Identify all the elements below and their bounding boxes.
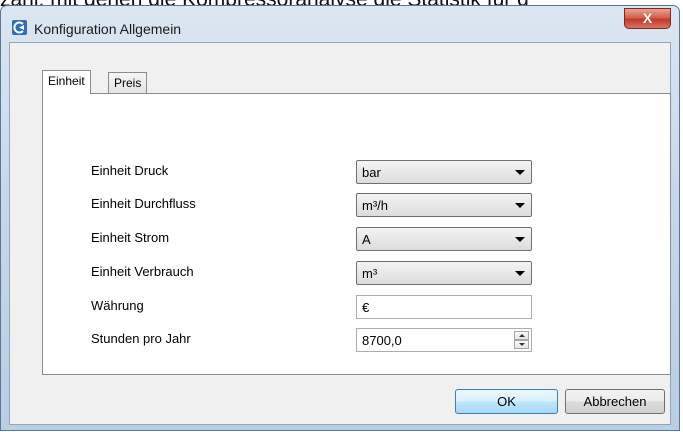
- dialog-client-area: Einheit Preis Einheit Druck bar Einheit …: [9, 42, 671, 425]
- currency-label: Währung: [91, 298, 144, 313]
- window-title: Konfiguration Allgemein: [34, 21, 182, 37]
- chevron-down-icon: [515, 203, 525, 208]
- chevron-down-icon: [515, 271, 525, 276]
- hours-per-year-value: 8700,0: [362, 333, 402, 348]
- tab-einheit[interactable]: Einheit: [42, 70, 91, 94]
- tab-preis[interactable]: Preis: [108, 72, 148, 94]
- hours-spinner: [514, 331, 529, 349]
- chevron-down-icon: [515, 237, 525, 242]
- consumption-unit-value: m³: [362, 266, 378, 281]
- consumption-unit-dropdown[interactable]: m³: [356, 261, 532, 285]
- arrow-up-icon: [519, 334, 525, 337]
- flow-unit-label: Einheit Durchfluss: [91, 196, 196, 211]
- pressure-unit-label: Einheit Druck: [91, 163, 169, 178]
- spin-up-button[interactable]: [514, 331, 529, 340]
- flow-unit-value: m³/h: [362, 198, 388, 213]
- current-unit-value: A: [362, 232, 371, 247]
- consumption-unit-label: Einheit Verbrauch: [91, 264, 194, 279]
- hours-per-year-label: Stunden pro Jahr: [91, 331, 191, 346]
- cancel-button[interactable]: Abbrechen: [565, 389, 665, 414]
- hours-per-year-input[interactable]: 8700,0: [356, 328, 532, 352]
- currency-input[interactable]: €: [356, 295, 532, 319]
- currency-value: €: [362, 300, 370, 315]
- pressure-unit-value: bar: [362, 165, 381, 180]
- tab-panel-einheit: Einheit Druck bar Einheit Durchfluss m³/…: [42, 93, 671, 375]
- dialog-window: Konfiguration Allgemein X Einheit Preis …: [0, 5, 680, 431]
- current-unit-dropdown[interactable]: A: [356, 227, 532, 251]
- spin-down-button[interactable]: [514, 340, 529, 349]
- ok-button[interactable]: OK: [455, 389, 558, 414]
- pressure-unit-dropdown[interactable]: bar: [356, 160, 532, 184]
- close-button[interactable]: X: [624, 8, 671, 29]
- current-unit-label: Einheit Strom: [91, 230, 170, 245]
- flow-unit-dropdown[interactable]: m³/h: [356, 193, 532, 217]
- app-logo-icon: [12, 20, 27, 35]
- chevron-down-icon: [515, 170, 525, 175]
- arrow-down-icon: [519, 343, 525, 346]
